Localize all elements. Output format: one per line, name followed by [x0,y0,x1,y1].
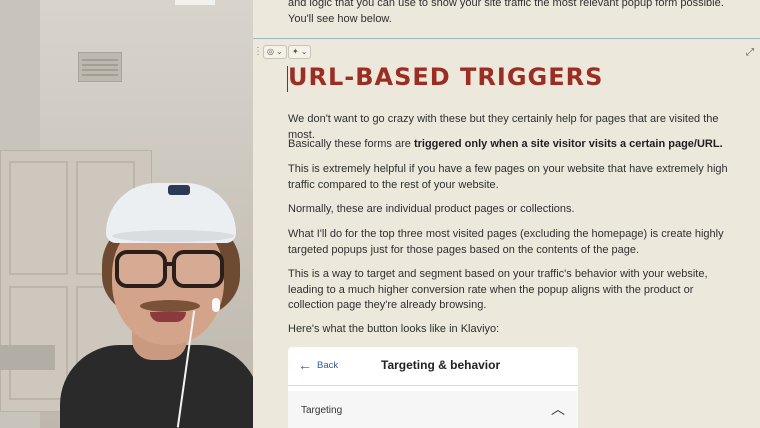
chevron-down-icon: ⌄ [275,47,283,56]
paragraph[interactable]: This is extremely helpful if you have a … [288,162,728,193]
klaviyo-screenshot: ← Back Targeting & behavior Targeting ︿ [288,347,578,428]
arrow-left-icon: ← [298,357,312,373]
mustache [140,300,200,312]
palette-icon: ◎ [267,47,274,56]
sparkle-icon: ✦ [292,47,299,56]
ceiling-light [175,0,215,5]
targeting-label: Targeting [301,405,343,416]
glasses-left-lens [115,250,167,288]
glasses-bridge [163,262,173,266]
klaviyo-header: ← Back Targeting & behavior [288,347,578,386]
document-editor: and logic that you can use to show your … [253,0,760,428]
drag-handle-icon[interactable]: ⋮ [253,46,263,57]
palette-button[interactable]: ◎ ⌄ [263,45,287,59]
paragraph-text: Basically these forms are [288,138,414,150]
paragraph[interactable]: Basically these forms are triggered only… [288,137,728,153]
counter [0,345,55,370]
cap-logo [168,185,190,195]
paragraph[interactable]: Here's what the button looks like in Kla… [288,322,728,338]
magic-button[interactable]: ✦ ⌄ [288,45,312,59]
mouth [150,312,186,322]
targeting-section: Targeting ︿ [288,391,578,428]
earbud [212,298,220,312]
glasses-right-lens [172,250,224,288]
paragraph[interactable]: Normally, these are individual product p… [288,202,728,218]
chevron-down-icon: ⌄ [300,47,308,56]
section-heading[interactable]: URL-BASED TRIGGERS [288,63,603,91]
block-divider [253,38,760,39]
klaviyo-title: Targeting & behavior [381,358,501,372]
webcam-video [0,0,253,428]
expand-icon[interactable]: ⤢ [746,47,754,58]
paragraph[interactable]: This is a way to target and segment base… [288,267,728,314]
cap-brim [112,230,234,242]
paragraph[interactable]: What I'll do for the top three most visi… [288,227,728,258]
back-label: Back [317,359,339,371]
back-button: ← Back [298,358,338,372]
chevron-up-icon: ︿ [551,401,565,417]
intro-paragraph: and logic that you can use to show your … [288,0,724,25]
air-vent [78,52,122,82]
paragraph-bold-text: triggered only when a site visitor visit… [413,138,723,150]
